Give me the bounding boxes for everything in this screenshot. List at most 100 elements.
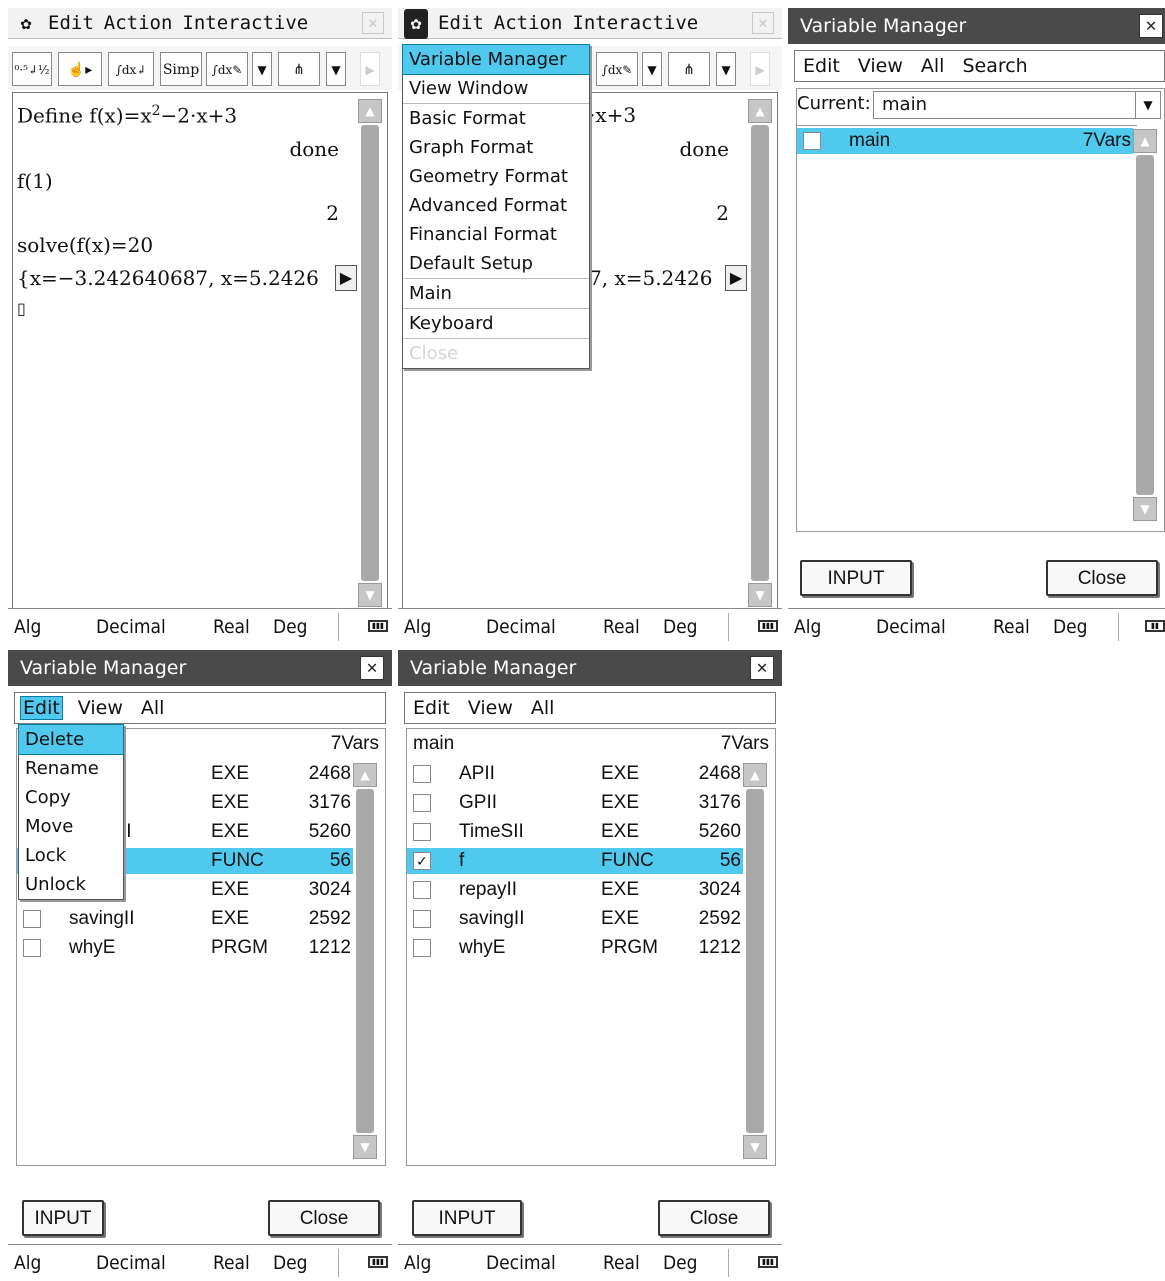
menu-view[interactable]: View — [76, 697, 125, 719]
menu-edit[interactable]: Edit — [438, 12, 484, 34]
menu-interactive[interactable]: Interactive — [182, 12, 308, 34]
status-format[interactable]: Decimal — [486, 1245, 556, 1281]
status-angle[interactable]: Deg — [663, 609, 698, 645]
close-icon[interactable]: ✕ — [750, 656, 774, 680]
menu-edit[interactable]: Edit — [20, 696, 63, 720]
table-row[interactable]: TimeSII EXE 5260 — [407, 819, 743, 845]
scroll-up-icon[interactable]: ▲ — [748, 99, 772, 123]
menu-interactive[interactable]: Interactive — [572, 12, 698, 34]
status-angle[interactable]: Deg — [1053, 609, 1088, 645]
table-row[interactable]: whyE PRGM 1212 — [407, 935, 743, 961]
menu-item-rename[interactable]: Rename — [19, 754, 123, 783]
menu-all[interactable]: All — [139, 697, 167, 719]
menu-item-graph-format[interactable]: Graph Format — [403, 133, 589, 162]
scroll-up-icon[interactable]: ▲ — [743, 763, 767, 787]
scroll-thumb[interactable] — [1136, 155, 1154, 495]
integral-derivative-button[interactable]: ∫dx↲ — [108, 52, 154, 86]
table-row[interactable]: savingII EXE 2592 — [17, 906, 353, 932]
vertical-scrollbar[interactable]: ▲ ▼ — [353, 763, 377, 1159]
table-row[interactable]: savingII EXE 2592 — [407, 906, 743, 932]
input-button[interactable]: INPUT — [800, 560, 912, 596]
close-button[interactable]: Close — [268, 1200, 380, 1236]
var-checkbox[interactable] — [413, 794, 431, 812]
menu-item-main[interactable]: Main — [403, 278, 589, 308]
menu-all[interactable]: All — [919, 55, 947, 77]
fraction-decimal-toggle-button[interactable]: ⁰·⁵↲½ — [12, 52, 52, 86]
status-angle[interactable]: Deg — [273, 1245, 308, 1281]
input-button[interactable]: INPUT — [22, 1200, 104, 1236]
menu-view[interactable]: View — [856, 55, 905, 77]
vertical-scrollbar[interactable]: ▲ ▼ — [743, 763, 767, 1159]
menu-action[interactable]: Action — [494, 12, 563, 34]
table-row[interactable]: repayII EXE 3024 — [407, 877, 743, 903]
scroll-down-icon[interactable]: ▼ — [1133, 497, 1157, 521]
menu-item-default-setup[interactable]: Default Setup — [403, 249, 589, 278]
status-format[interactable]: Decimal — [486, 609, 556, 645]
chevron-down-icon[interactable]: ▼ — [326, 52, 346, 86]
menu-item-keyboard[interactable]: Keyboard — [403, 308, 589, 338]
menu-edit[interactable]: Edit — [411, 697, 452, 719]
scroll-up-icon[interactable]: ▲ — [1133, 129, 1157, 153]
chevron-down-icon[interactable]: ▼ — [1135, 92, 1160, 118]
var-checkbox[interactable]: ✓ — [413, 852, 431, 870]
input-button[interactable]: INPUT — [412, 1200, 522, 1236]
hand-arrow-icon[interactable]: ☝▸ — [58, 52, 102, 86]
table-row[interactable]: whyE PRGM 1212 — [17, 935, 353, 961]
menu-item-variable-manager[interactable]: Variable Manager — [402, 44, 590, 75]
status-domain[interactable]: Real — [213, 609, 250, 645]
scroll-thumb[interactable] — [356, 789, 374, 1133]
var-checkbox[interactable] — [413, 881, 431, 899]
vertical-scrollbar[interactable]: ▲ ▼ — [748, 99, 772, 607]
var-checkbox[interactable] — [413, 823, 431, 841]
folder-checkbox[interactable] — [803, 132, 821, 150]
status-mode[interactable]: Alg — [794, 609, 821, 645]
menu-item-delete[interactable]: Delete — [18, 724, 124, 755]
scroll-thumb[interactable] — [746, 789, 764, 1133]
menu-item-move[interactable]: Move — [19, 812, 123, 841]
table-row[interactable]: APII EXE 2468 — [407, 761, 743, 787]
status-format[interactable]: Decimal — [876, 609, 946, 645]
var-checkbox[interactable] — [23, 939, 41, 957]
status-mode[interactable]: Alg — [404, 609, 431, 645]
vertical-scrollbar[interactable]: ▲ ▼ — [1133, 129, 1157, 521]
var-checkbox[interactable] — [413, 910, 431, 928]
cursor[interactable]: ▯ — [17, 299, 26, 318]
var-checkbox[interactable] — [23, 910, 41, 928]
menu-item-advanced-format[interactable]: Advanced Format — [403, 191, 589, 220]
scroll-right-arrow-icon[interactable]: ▶ — [335, 265, 357, 291]
close-button[interactable]: Close — [658, 1200, 770, 1236]
close-icon[interactable]: ✕ — [1139, 14, 1163, 38]
menu-item-lock[interactable]: Lock — [19, 841, 123, 870]
status-angle[interactable]: Deg — [663, 1245, 698, 1281]
status-format[interactable]: Decimal — [96, 609, 166, 645]
menu-edit[interactable]: Edit — [801, 55, 842, 77]
folder-row[interactable]: main 7Vars — [797, 128, 1133, 154]
menu-item-view-window[interactable]: View Window — [403, 74, 589, 103]
status-domain[interactable]: Real — [213, 1245, 250, 1281]
current-folder-select[interactable]: main ▼ — [873, 91, 1161, 119]
status-angle[interactable]: Deg — [273, 609, 308, 645]
menu-item-geometry-format[interactable]: Geometry Format — [403, 162, 589, 191]
work-area[interactable]: Define f(x)=x2−2·x+3 done f(1) 2 solve(f… — [12, 92, 388, 614]
scroll-down-icon[interactable]: ▼ — [748, 583, 772, 607]
menu-action[interactable]: Action — [104, 12, 173, 34]
var-checkbox[interactable] — [413, 939, 431, 957]
integral-pen-button[interactable]: ∫dx✎ — [206, 52, 248, 86]
table-row[interactable]: GPII EXE 3176 — [407, 790, 743, 816]
scroll-up-icon[interactable]: ▲ — [353, 763, 377, 787]
menu-item-unlock[interactable]: Unlock — [19, 870, 123, 899]
scroll-up-icon[interactable]: ▲ — [358, 99, 382, 123]
close-button[interactable]: Close — [1046, 560, 1158, 596]
menu-search[interactable]: Search — [960, 55, 1029, 77]
menu-item-financial-format[interactable]: Financial Format — [403, 220, 589, 249]
graph-icon[interactable]: ⋔ — [278, 52, 320, 86]
menu-edit[interactable]: Edit — [48, 12, 94, 34]
status-mode[interactable]: Alg — [404, 1245, 431, 1281]
chevron-down-icon[interactable]: ▼ — [716, 52, 736, 86]
scroll-right-arrow-icon[interactable]: ▶ — [725, 265, 747, 291]
integral-pen-button[interactable]: ∫dx✎ — [596, 52, 638, 86]
scroll-thumb[interactable] — [751, 125, 769, 581]
table-row[interactable]: ✓ f FUNC 56 — [407, 848, 743, 874]
status-mode[interactable]: Alg — [14, 1245, 41, 1281]
status-format[interactable]: Decimal — [96, 1245, 166, 1281]
